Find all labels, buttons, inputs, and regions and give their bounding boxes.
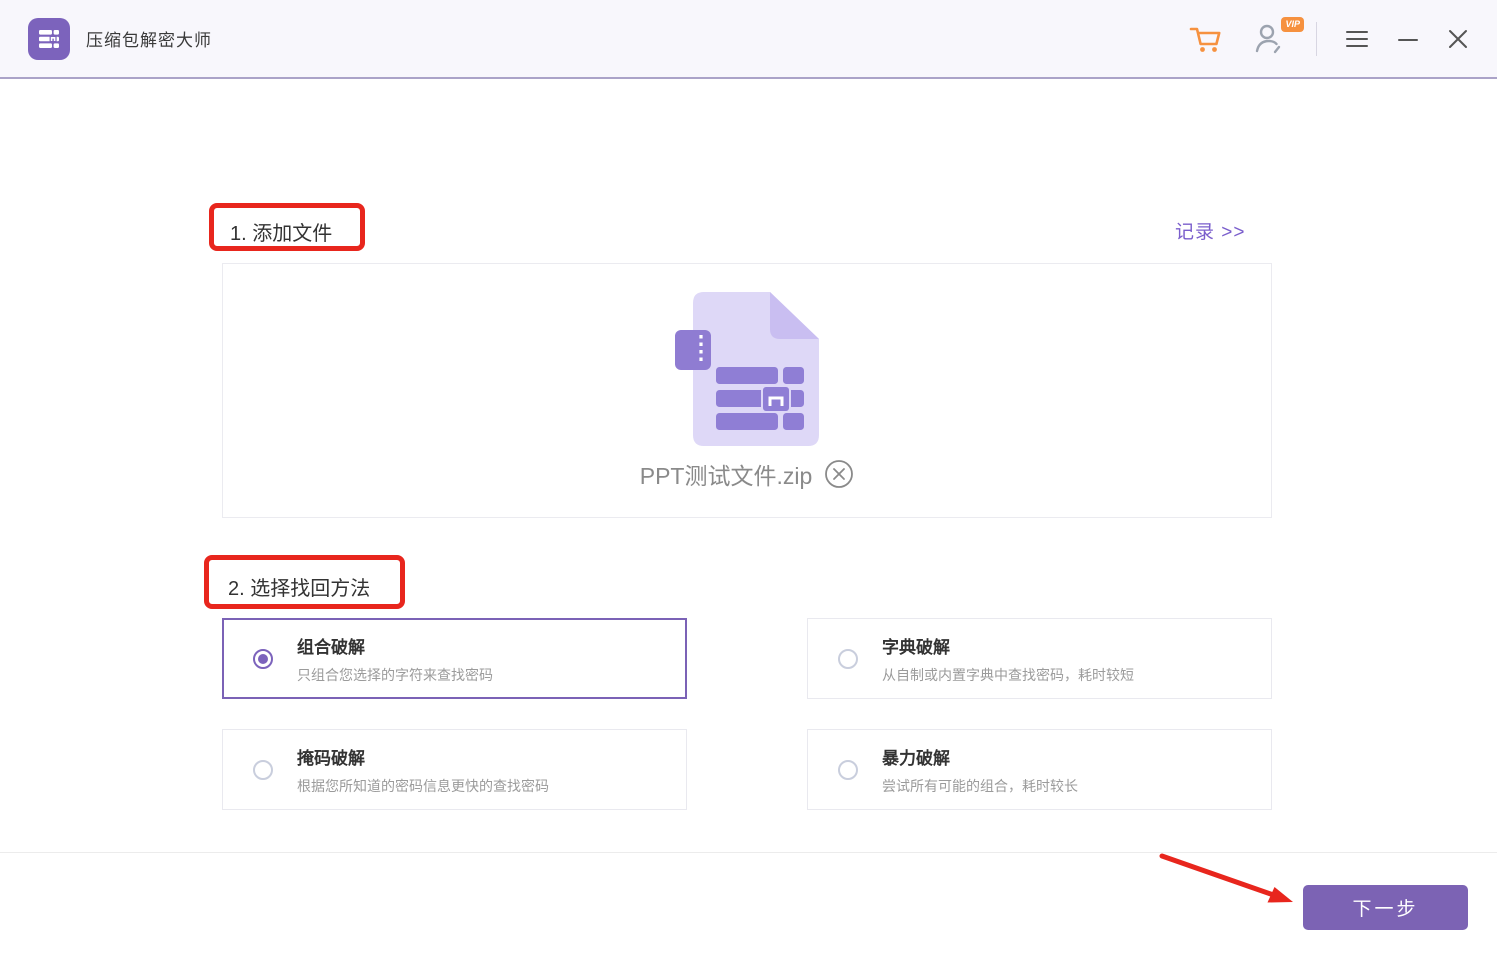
- option-desc: 尝试所有可能的组合，耗时较长: [882, 776, 1078, 796]
- app-window: { "app": { "title": "压缩包解密大师", "vip_badg…: [0, 0, 1497, 956]
- close-icon[interactable]: [1447, 28, 1469, 50]
- archive-app-icon: [28, 18, 70, 60]
- radio-selected-icon[interactable]: [253, 649, 273, 669]
- zip-file-icon: [674, 291, 820, 447]
- footer-divider: [0, 852, 1497, 853]
- cart-icon[interactable]: [1188, 21, 1224, 57]
- option-dictionary-crack[interactable]: 字典破解 从自制或内置字典中查找密码，耗时较短: [807, 618, 1272, 699]
- option-label: 组合破解: [297, 633, 493, 658]
- hamburger-menu-icon[interactable]: [1345, 27, 1369, 51]
- option-mask-crack[interactable]: 掩码破解 根据您所知道的密码信息更快的查找密码: [222, 729, 687, 810]
- title-bar: 压缩包解密大师 VIP: [0, 0, 1497, 79]
- remove-file-icon[interactable]: [824, 459, 854, 489]
- option-desc: 根据您所知道的密码信息更快的查找密码: [297, 776, 549, 796]
- option-label: 掩码破解: [297, 744, 549, 769]
- step1-title: 1. 添加文件: [230, 217, 332, 246]
- file-drop-area[interactable]: PPT测试文件.zip: [222, 263, 1272, 518]
- radio-icon[interactable]: [253, 760, 273, 780]
- records-link[interactable]: 记录 >>: [1175, 217, 1245, 244]
- next-button[interactable]: 下一步: [1303, 885, 1468, 930]
- user-vip-icon[interactable]: VIP: [1252, 21, 1288, 57]
- minimize-icon[interactable]: [1397, 28, 1419, 50]
- option-combination-crack[interactable]: 组合破解 只组合您选择的字符来查找密码: [222, 618, 687, 699]
- red-arrow-annotation: [1150, 846, 1310, 918]
- method-options: 组合破解 只组合您选择的字符来查找密码 字典破解 从自制或内置字典中查找密码，耗…: [222, 618, 1272, 810]
- vip-badge: VIP: [1281, 17, 1304, 32]
- file-name: PPT测试文件.zip: [640, 457, 813, 491]
- app-title: 压缩包解密大师: [86, 26, 212, 51]
- radio-icon[interactable]: [838, 649, 858, 669]
- option-bruteforce-crack[interactable]: 暴力破解 尝试所有可能的组合，耗时较长: [807, 729, 1272, 810]
- header-divider: [1316, 22, 1317, 56]
- option-label: 暴力破解: [882, 744, 1078, 769]
- option-label: 字典破解: [882, 633, 1134, 658]
- step2-title: 2. 选择找回方法: [228, 572, 370, 601]
- radio-icon[interactable]: [838, 760, 858, 780]
- option-desc: 只组合您选择的字符来查找密码: [297, 665, 493, 685]
- option-desc: 从自制或内置字典中查找密码，耗时较短: [882, 665, 1134, 685]
